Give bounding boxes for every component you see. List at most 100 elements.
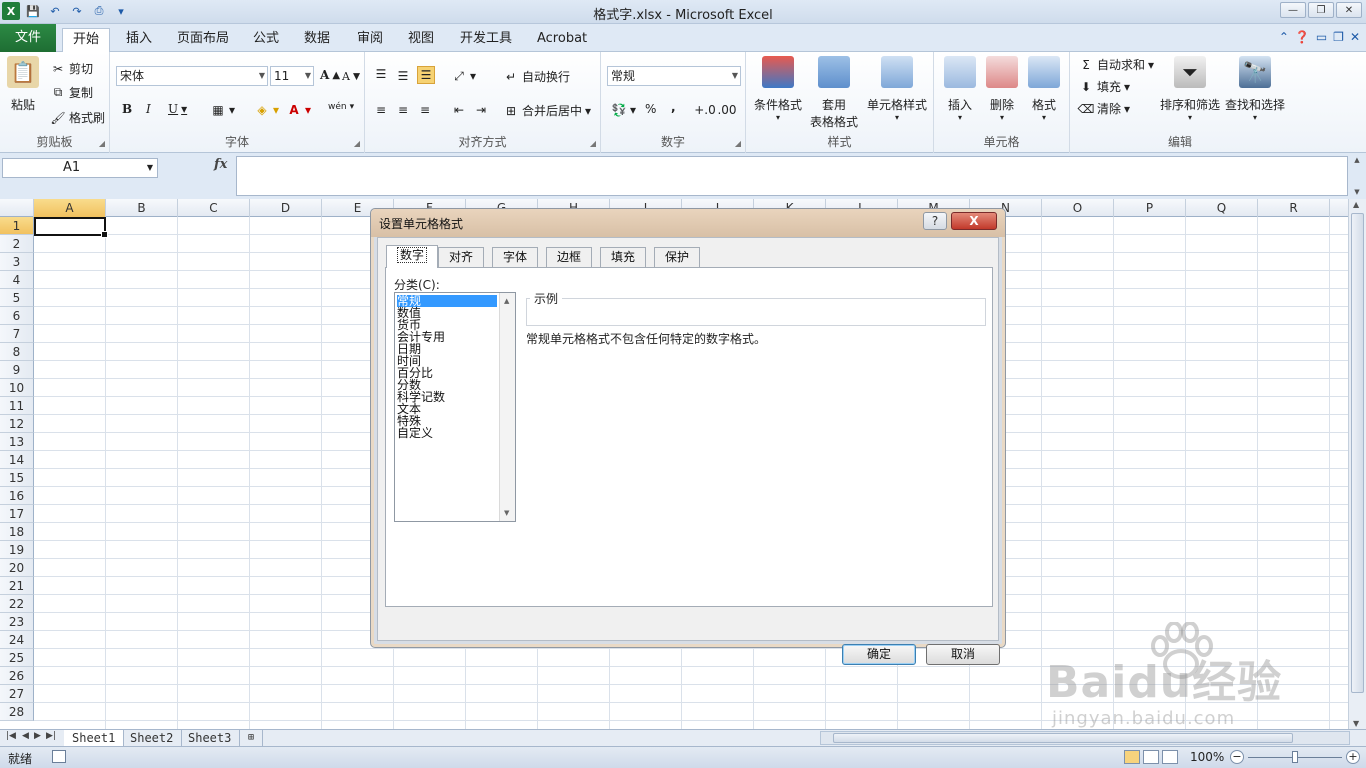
- row-header[interactable]: 4: [0, 271, 34, 289]
- tab-fill[interactable]: 填充: [600, 247, 647, 267]
- row-header[interactable]: 21: [0, 577, 34, 595]
- row-header[interactable]: 27: [0, 685, 34, 703]
- formula-input[interactable]: [236, 156, 1348, 196]
- vertical-scroll-thumb[interactable]: [1351, 213, 1364, 693]
- accounting-format-button[interactable]: 💱 ▾: [611, 102, 637, 118]
- row-header[interactable]: 2: [0, 235, 34, 253]
- decrease-indent-button[interactable]: ⇤: [451, 102, 467, 118]
- copy-button[interactable]: ⧉ 复制: [50, 84, 93, 101]
- shrink-font-button[interactable]: A ▼: [342, 70, 360, 83]
- grow-font-button[interactable]: A ▲: [320, 68, 340, 82]
- merge-center-button[interactable]: ⊞ 合并后居中 ▾: [503, 102, 591, 119]
- cut-button[interactable]: ✂ 剪切: [50, 60, 93, 77]
- fill-color-button[interactable]: ◈ ▾: [254, 102, 279, 118]
- align-right-button[interactable]: ≡: [417, 102, 433, 118]
- sort-filter-button[interactable]: ⏷ 排序和筛选 ▾: [1160, 56, 1220, 122]
- dialog-close-button[interactable]: X: [951, 212, 997, 230]
- wrap-text-button[interactable]: ↵ 自动换行: [503, 68, 570, 85]
- first-sheet-icon[interactable]: |◀: [6, 731, 16, 741]
- row-header[interactable]: 28: [0, 703, 34, 721]
- chevron-up-icon[interactable]: ▲: [1353, 200, 1359, 209]
- clipboard-launcher-icon[interactable]: ◢: [99, 139, 105, 148]
- autosum-button[interactable]: Σ 自动求和 ▾: [1078, 56, 1154, 73]
- insert-function-button[interactable]: fx: [214, 157, 227, 172]
- format-as-table-button[interactable]: 套用 表格格式: [806, 56, 862, 130]
- record-macro-icon[interactable]: [52, 750, 66, 763]
- chevron-up-icon[interactable]: ▲: [504, 297, 509, 305]
- row-header[interactable]: 24: [0, 631, 34, 649]
- row-header[interactable]: 22: [0, 595, 34, 613]
- formula-bar-expand[interactable]: ▲ ▼: [1350, 156, 1364, 196]
- number-launcher-icon[interactable]: ◢: [735, 139, 741, 148]
- print-preview-icon[interactable]: ⎙: [90, 2, 108, 20]
- number-format-select[interactable]: 常规 ▼: [607, 66, 741, 86]
- row-header[interactable]: 15: [0, 469, 34, 487]
- delete-cells-button[interactable]: 删除 ▾: [982, 56, 1022, 122]
- category-item[interactable]: 自定义: [397, 427, 433, 439]
- tab-review[interactable]: 审阅: [347, 28, 393, 52]
- font-name-select[interactable]: 宋体 ▼: [116, 66, 268, 86]
- clear-button[interactable]: ⌫ 清除 ▾: [1078, 100, 1131, 117]
- normal-view-button[interactable]: [1124, 750, 1140, 764]
- row-header[interactable]: 25: [0, 649, 34, 667]
- column-header[interactable]: B: [106, 199, 178, 217]
- phonetic-button[interactable]: wén ▾: [328, 102, 354, 112]
- row-header[interactable]: 13: [0, 433, 34, 451]
- tab-number[interactable]: 数字: [386, 245, 439, 268]
- restore-button[interactable]: ❐: [1308, 2, 1334, 18]
- font-launcher-icon[interactable]: ◢: [354, 139, 360, 148]
- row-header[interactable]: 8: [0, 343, 34, 361]
- column-header[interactable]: O: [1042, 199, 1114, 217]
- tab-border[interactable]: 边框: [546, 247, 593, 267]
- sheet-tab[interactable]: Sheet2: [122, 730, 183, 746]
- tab-protection[interactable]: 保护: [654, 247, 701, 267]
- row-header[interactable]: 17: [0, 505, 34, 523]
- column-header[interactable]: A: [34, 199, 106, 217]
- orientation-button[interactable]: ⤢ ▾: [451, 68, 476, 84]
- increase-decimal-button[interactable]: +.0: [694, 102, 716, 118]
- prev-sheet-icon[interactable]: ◀: [22, 731, 29, 741]
- find-select-button[interactable]: 🔭 查找和选择 ▾: [1224, 56, 1286, 122]
- sheet-tab[interactable]: Sheet1: [64, 730, 125, 746]
- alignment-launcher-icon[interactable]: ◢: [590, 139, 596, 148]
- redo-icon[interactable]: ↷: [68, 2, 86, 20]
- row-header[interactable]: 19: [0, 541, 34, 559]
- row-header[interactable]: 10: [0, 379, 34, 397]
- zoom-level[interactable]: 100%: [1190, 750, 1224, 764]
- align-left-button[interactable]: ≡: [373, 102, 389, 118]
- tab-formulas[interactable]: 公式: [243, 28, 289, 52]
- row-header[interactable]: 18: [0, 523, 34, 541]
- row-header[interactable]: 7: [0, 325, 34, 343]
- font-size-select[interactable]: 11 ▼: [270, 66, 314, 86]
- row-header[interactable]: 16: [0, 487, 34, 505]
- percent-button[interactable]: %: [645, 102, 656, 116]
- row-header[interactable]: 14: [0, 451, 34, 469]
- tab-page-layout[interactable]: 页面布局: [167, 28, 239, 52]
- ok-button[interactable]: 确定: [842, 644, 916, 665]
- close-window-button[interactable]: ✕: [1336, 2, 1362, 18]
- align-bottom-button[interactable]: ☰: [417, 66, 435, 84]
- column-header[interactable]: C: [178, 199, 250, 217]
- workbook-restore-icon[interactable]: ❐: [1333, 30, 1344, 44]
- decrease-decimal-button[interactable]: .00: [717, 102, 736, 118]
- tab-font[interactable]: 字体: [492, 247, 539, 267]
- row-header[interactable]: 5: [0, 289, 34, 307]
- active-cell[interactable]: [34, 217, 108, 238]
- increase-indent-button[interactable]: ⇥: [473, 102, 489, 118]
- tab-insert[interactable]: 插入: [116, 28, 162, 52]
- cancel-button[interactable]: 取消: [926, 644, 1000, 665]
- column-header[interactable]: Q: [1186, 199, 1258, 217]
- category-listbox[interactable]: 常规 数值 货币 会计专用 日期 时间 百分比 分数 科学记数 文本 特殊 自定义 ▲ ▼: [394, 292, 516, 522]
- vertical-scrollbar[interactable]: ▲ ▼: [1348, 199, 1366, 729]
- align-center-button[interactable]: ≡: [395, 102, 411, 118]
- tab-home[interactable]: 开始: [62, 28, 111, 53]
- row-header[interactable]: 26: [0, 667, 34, 685]
- select-all-corner[interactable]: [0, 199, 34, 217]
- conditional-formatting-button[interactable]: 条件格式 ▾: [750, 56, 806, 122]
- tab-developer[interactable]: 开发工具: [450, 28, 522, 52]
- excel-logo-icon[interactable]: X: [2, 2, 20, 20]
- row-header[interactable]: 9: [0, 361, 34, 379]
- row-header[interactable]: 11: [0, 397, 34, 415]
- insert-cells-button[interactable]: 插入 ▾: [940, 56, 980, 122]
- italic-button[interactable]: I: [146, 102, 151, 116]
